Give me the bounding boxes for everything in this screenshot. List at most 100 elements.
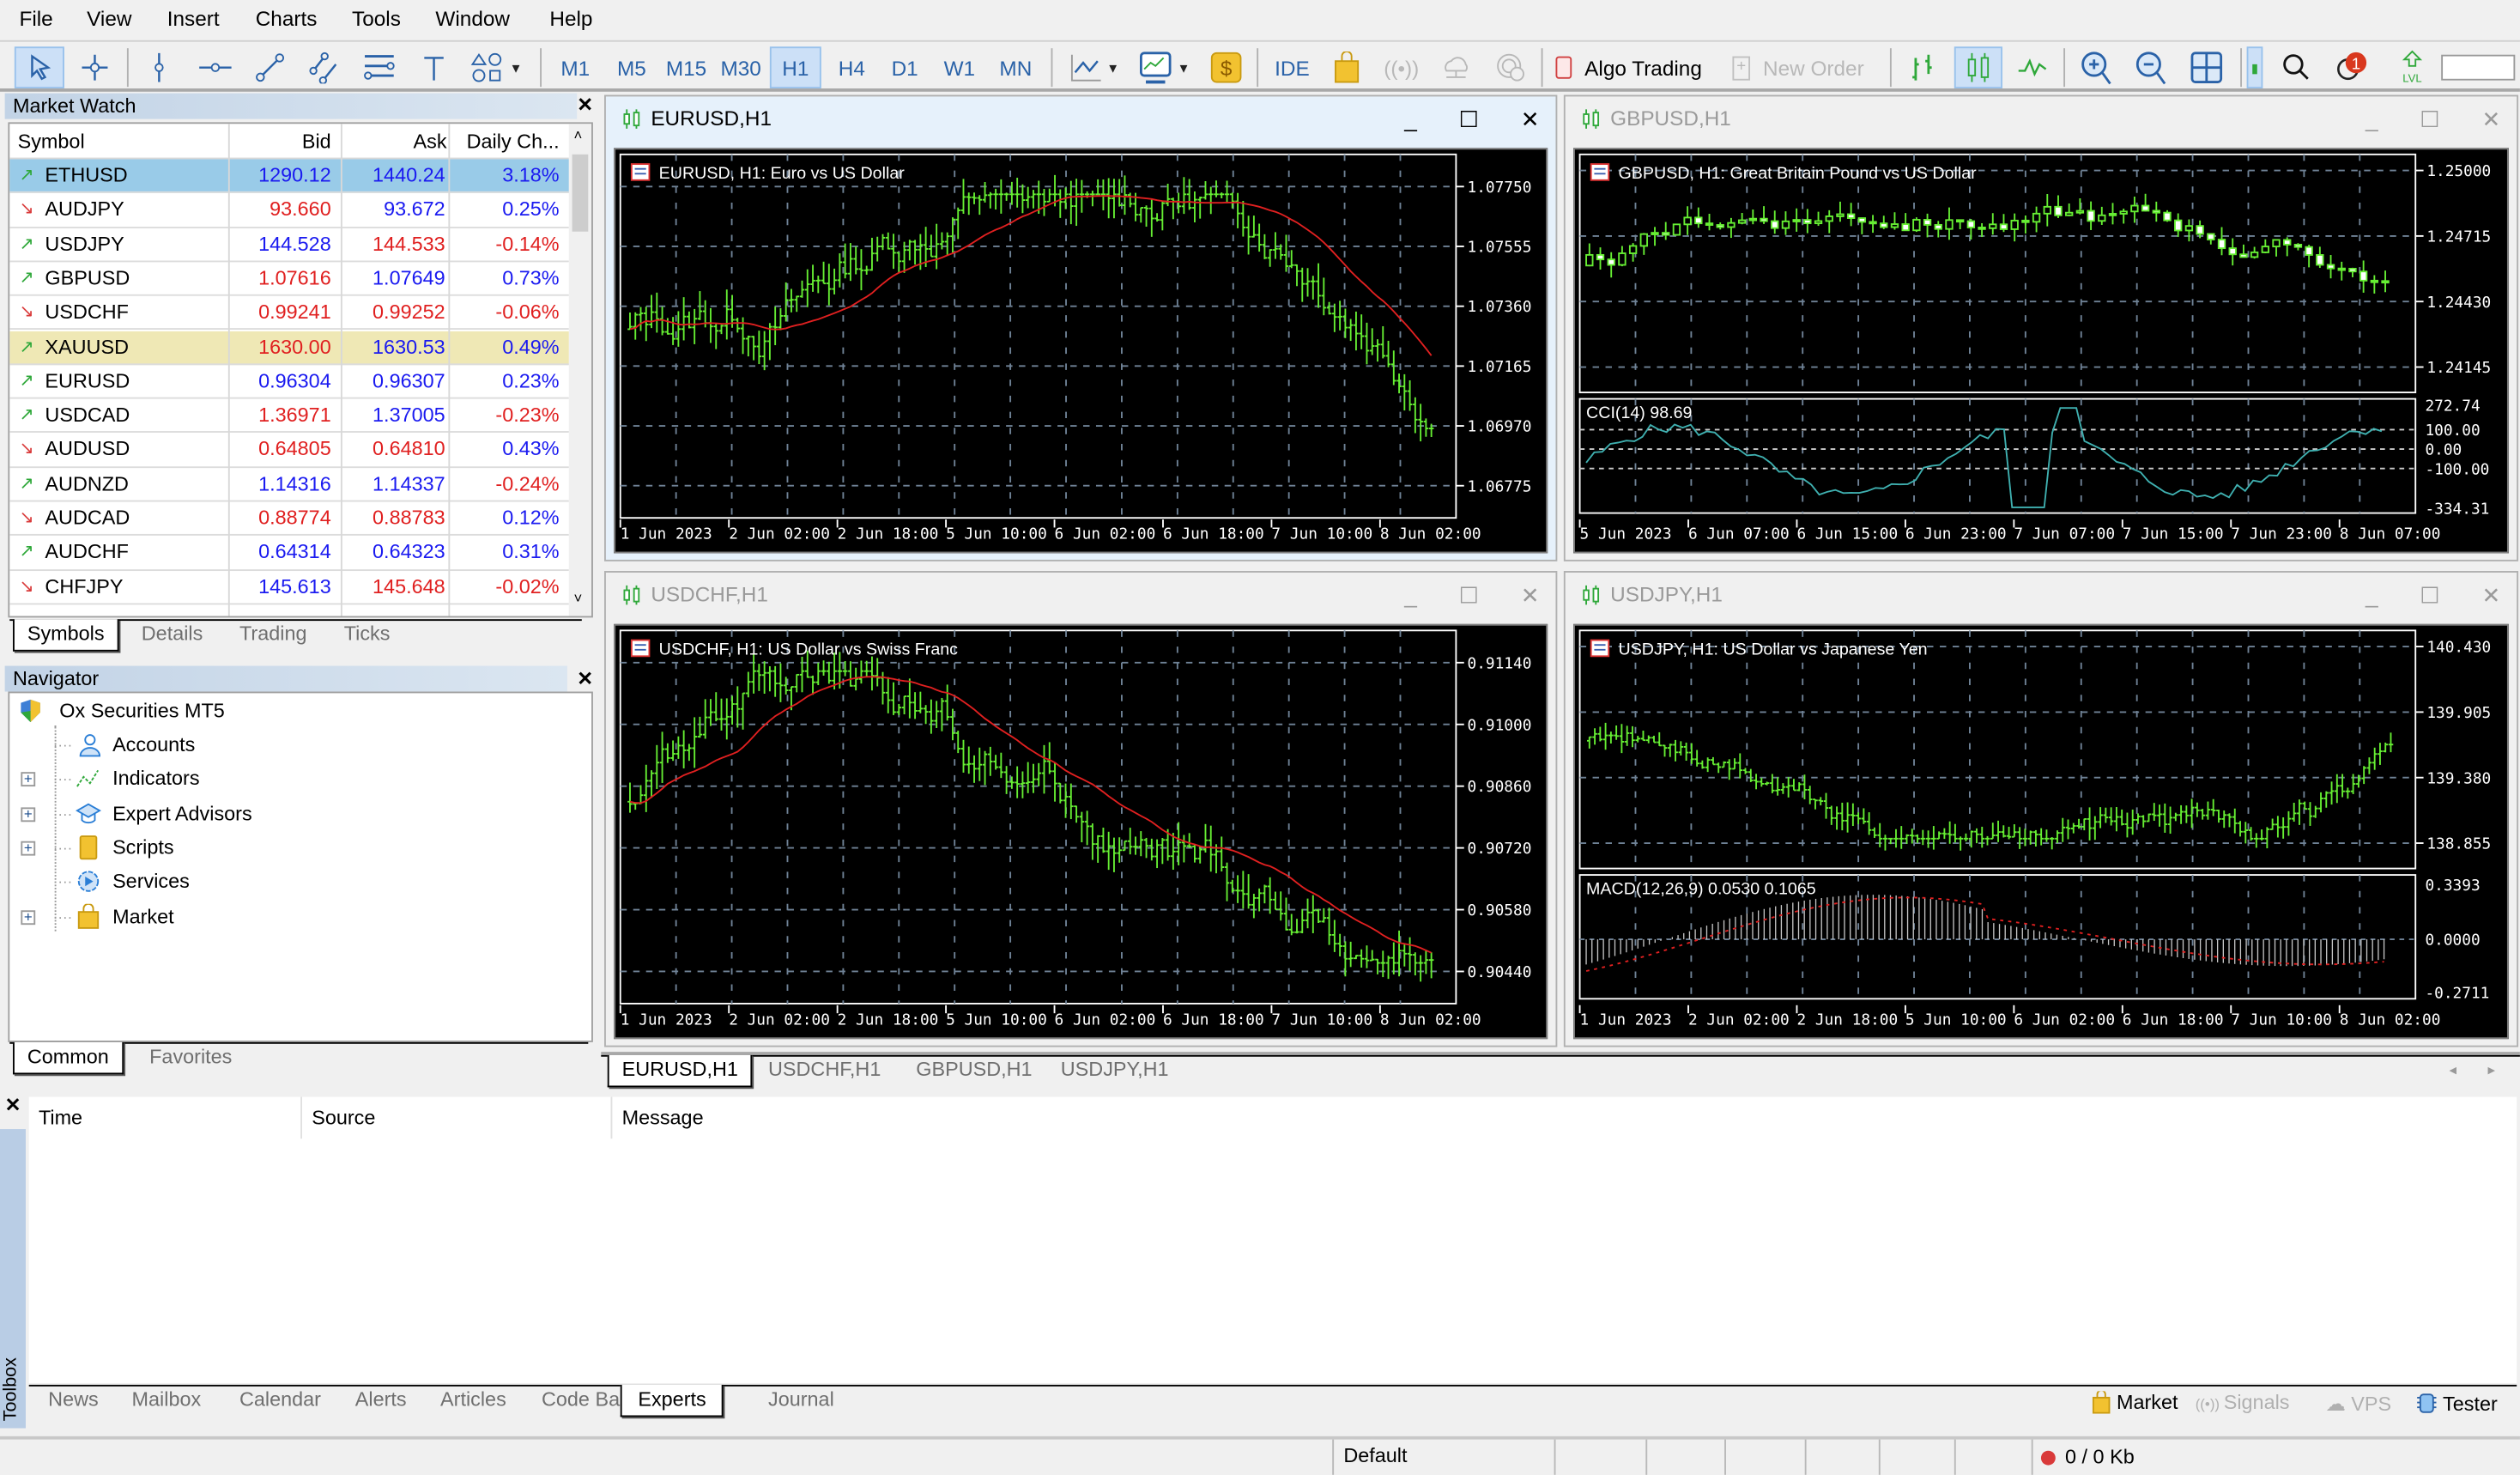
vps-button[interactable] bbox=[1437, 46, 1475, 88]
chart-canvas[interactable]: 1.25000 1.24715 1.24430 1.24145 GBPUSD, H1: … bbox=[1573, 148, 2509, 554]
expand-icon[interactable]: + bbox=[21, 841, 36, 856]
search-button[interactable] bbox=[2275, 46, 2317, 88]
chart-tab-usdjpy[interactable]: USDJPY,H1 bbox=[1048, 1055, 1182, 1087]
navigator-item[interactable]: ···· Services bbox=[53, 869, 190, 895]
expand-icon[interactable]: + bbox=[21, 908, 36, 925]
maximize-icon[interactable]: ☐ bbox=[1459, 106, 1480, 134]
minimize-icon[interactable]: _ bbox=[1404, 582, 1417, 610]
timeframe-h1[interactable]: H1 bbox=[769, 46, 821, 89]
ide-button[interactable]: IDE bbox=[1268, 46, 1316, 88]
menu-charts[interactable]: Charts bbox=[256, 6, 318, 30]
tile-windows-button[interactable] bbox=[2185, 46, 2227, 88]
chart-window[interactable]: EURUSD,H1 _ ☐ ✕ 1.07750 1.07555 1.07360 1.07165… bbox=[604, 94, 1558, 561]
market-watch-row[interactable]: ↘ USDCHF 0.99241 0.99252 -0.06% bbox=[9, 296, 569, 331]
subscription-button[interactable] bbox=[1492, 46, 1530, 88]
status-connection[interactable]: 0 / 0 Kb bbox=[2031, 1439, 2520, 1475]
maximize-icon[interactable]: ☐ bbox=[2420, 582, 2440, 610]
timeframe-m30[interactable]: M30 bbox=[715, 46, 766, 88]
column-ask[interactable]: Ask bbox=[413, 131, 446, 153]
vertical-line-button[interactable] bbox=[138, 46, 180, 88]
market-watch-row[interactable]: ↘ AUDCAD 0.88774 0.88783 0.12% bbox=[9, 501, 569, 537]
close-icon[interactable]: ✕ bbox=[2481, 582, 2500, 610]
close-icon[interactable]: ✕ bbox=[1521, 106, 1540, 134]
chart-window[interactable]: USDJPY,H1 _ ☐ ✕ 140.430 139.905 139.380 138.855… bbox=[1563, 571, 2519, 1047]
navigator-item[interactable]: ···· Accounts bbox=[53, 731, 195, 757]
column-message[interactable]: Message bbox=[622, 1107, 704, 1129]
signal-level-button[interactable]: LVL bbox=[2391, 46, 2433, 88]
tab-journal[interactable]: Journal bbox=[755, 1385, 847, 1417]
timeframe-d1[interactable]: D1 bbox=[882, 46, 927, 88]
toolbox-side-handle[interactable]: Toolbox bbox=[0, 1129, 26, 1429]
chart-tab-eurusd[interactable]: EURUSD,H1 bbox=[607, 1054, 753, 1088]
chart-window[interactable]: USDCHF,H1 _ ☐ ✕ 0.91140 0.91000 0.90860 0.90720… bbox=[604, 571, 1558, 1047]
column-daily-change[interactable]: Daily Ch... bbox=[467, 131, 560, 153]
depth-of-market-button[interactable]: ▮ bbox=[2246, 46, 2263, 89]
market-watch-row[interactable]: ↗ USDCAD 1.36971 1.37005 -0.23% bbox=[9, 399, 569, 434]
menu-file[interactable]: File bbox=[19, 6, 52, 30]
timeframe-w1[interactable]: W1 bbox=[936, 46, 984, 88]
menu-tools[interactable]: Tools bbox=[352, 6, 401, 30]
scroll-down-icon[interactable]: ˅ bbox=[573, 591, 582, 607]
market-button[interactable] bbox=[1328, 46, 1366, 88]
column-symbol[interactable]: Symbol bbox=[18, 131, 85, 153]
market-watch-row[interactable]: ↗ XAUUSD 1630.00 1630.53 0.49% bbox=[9, 330, 569, 365]
tab-articles[interactable]: Articles bbox=[427, 1385, 519, 1417]
market-link[interactable]: Market bbox=[2092, 1391, 2178, 1414]
tab-common[interactable]: Common bbox=[12, 1041, 124, 1075]
market-watch-row[interactable]: ↗ EURUSD 0.96304 0.96307 0.23% bbox=[9, 365, 569, 399]
tab-experts[interactable]: Experts bbox=[620, 1384, 724, 1417]
shapes-button[interactable]: ▼ bbox=[464, 46, 529, 88]
signals-link[interactable]: ((•)) Signals bbox=[2196, 1391, 2290, 1413]
tabs-scroll-left-icon[interactable]: ◂ bbox=[2450, 1061, 2456, 1079]
market-watch-row[interactable]: ↘ CHFJPY 145.613 145.648 -0.02% bbox=[9, 570, 569, 605]
signals-button[interactable]: ((•)) bbox=[1382, 46, 1421, 88]
text-tool-button[interactable] bbox=[413, 46, 455, 88]
indicators-button[interactable]: ▼ bbox=[1131, 46, 1196, 88]
market-watch-row[interactable]: ↗ ETHUSD 1290.12 1440.24 3.18% bbox=[9, 159, 569, 194]
close-icon[interactable]: ✕ bbox=[1521, 582, 1540, 610]
tab-details[interactable]: Details bbox=[129, 619, 216, 651]
cursor-tool-button[interactable] bbox=[14, 46, 64, 89]
timeframe-m15[interactable]: M15 bbox=[661, 46, 712, 88]
expand-icon[interactable]: + bbox=[21, 772, 36, 787]
market-watch-row[interactable]: ↘ AUDJPY 93.660 93.672 0.25% bbox=[9, 193, 569, 228]
close-icon[interactable]: ✕ bbox=[2481, 106, 2500, 134]
candlestick-chart-button[interactable] bbox=[1954, 46, 2003, 89]
column-time[interactable]: Time bbox=[39, 1107, 82, 1129]
tab-ticks[interactable]: Ticks bbox=[331, 619, 403, 651]
column-source[interactable]: Source bbox=[312, 1107, 375, 1129]
trendline-button[interactable] bbox=[247, 46, 292, 88]
toolbox-close-icon[interactable]: ✕ bbox=[5, 1094, 21, 1116]
navigator-item[interactable]: ···· Indicators bbox=[53, 766, 200, 792]
market-watch-scrollbar[interactable]: ˄ ˅ bbox=[568, 124, 592, 616]
zoom-out-button[interactable] bbox=[2129, 46, 2172, 88]
line-chart-button[interactable] bbox=[2012, 46, 2054, 88]
tab-favorites[interactable]: Favorites bbox=[136, 1042, 245, 1074]
scrollbar-thumb[interactable] bbox=[572, 154, 589, 232]
tab-calendar[interactable]: Calendar bbox=[227, 1385, 334, 1417]
navigator-item[interactable]: ···· Market bbox=[53, 902, 174, 929]
tabs-scroll-right-icon[interactable]: ▸ bbox=[2487, 1061, 2494, 1079]
minimize-icon[interactable]: _ bbox=[2366, 106, 2378, 134]
market-watch-row[interactable]: ↗ AUDNZD 1.14316 1.14337 -0.24% bbox=[9, 468, 569, 502]
timeframe-m5[interactable]: M5 bbox=[608, 46, 656, 88]
timeframe-mn[interactable]: MN bbox=[991, 46, 1039, 88]
zoom-in-button[interactable] bbox=[2075, 46, 2117, 88]
market-watch-close-icon[interactable]: ✕ bbox=[577, 94, 593, 116]
menu-view[interactable]: View bbox=[87, 6, 131, 30]
chart-tab-gbpusd[interactable]: GBPUSD,H1 bbox=[903, 1055, 1045, 1087]
expand-icon[interactable]: + bbox=[21, 806, 36, 822]
navigator-item[interactable]: ···· Expert Advisors bbox=[53, 800, 252, 826]
tab-news[interactable]: News bbox=[35, 1385, 112, 1417]
menu-insert[interactable]: Insert bbox=[167, 6, 220, 30]
vps-link[interactable]: ☁ VPS bbox=[2325, 1391, 2391, 1415]
trading-button[interactable]: $ bbox=[1207, 46, 1245, 88]
tab-alerts[interactable]: Alerts bbox=[342, 1385, 420, 1417]
menu-help[interactable]: Help bbox=[549, 6, 592, 30]
algo-trading-button[interactable]: Algo Trading bbox=[1555, 46, 1716, 88]
navigator-close-icon[interactable]: ✕ bbox=[577, 667, 593, 689]
bar-chart-button[interactable] bbox=[1901, 46, 1943, 88]
crosshair-button[interactable] bbox=[72, 46, 117, 88]
chart-type-button[interactable]: ▼ bbox=[1064, 46, 1125, 88]
tester-link[interactable]: Tester bbox=[2417, 1391, 2498, 1415]
